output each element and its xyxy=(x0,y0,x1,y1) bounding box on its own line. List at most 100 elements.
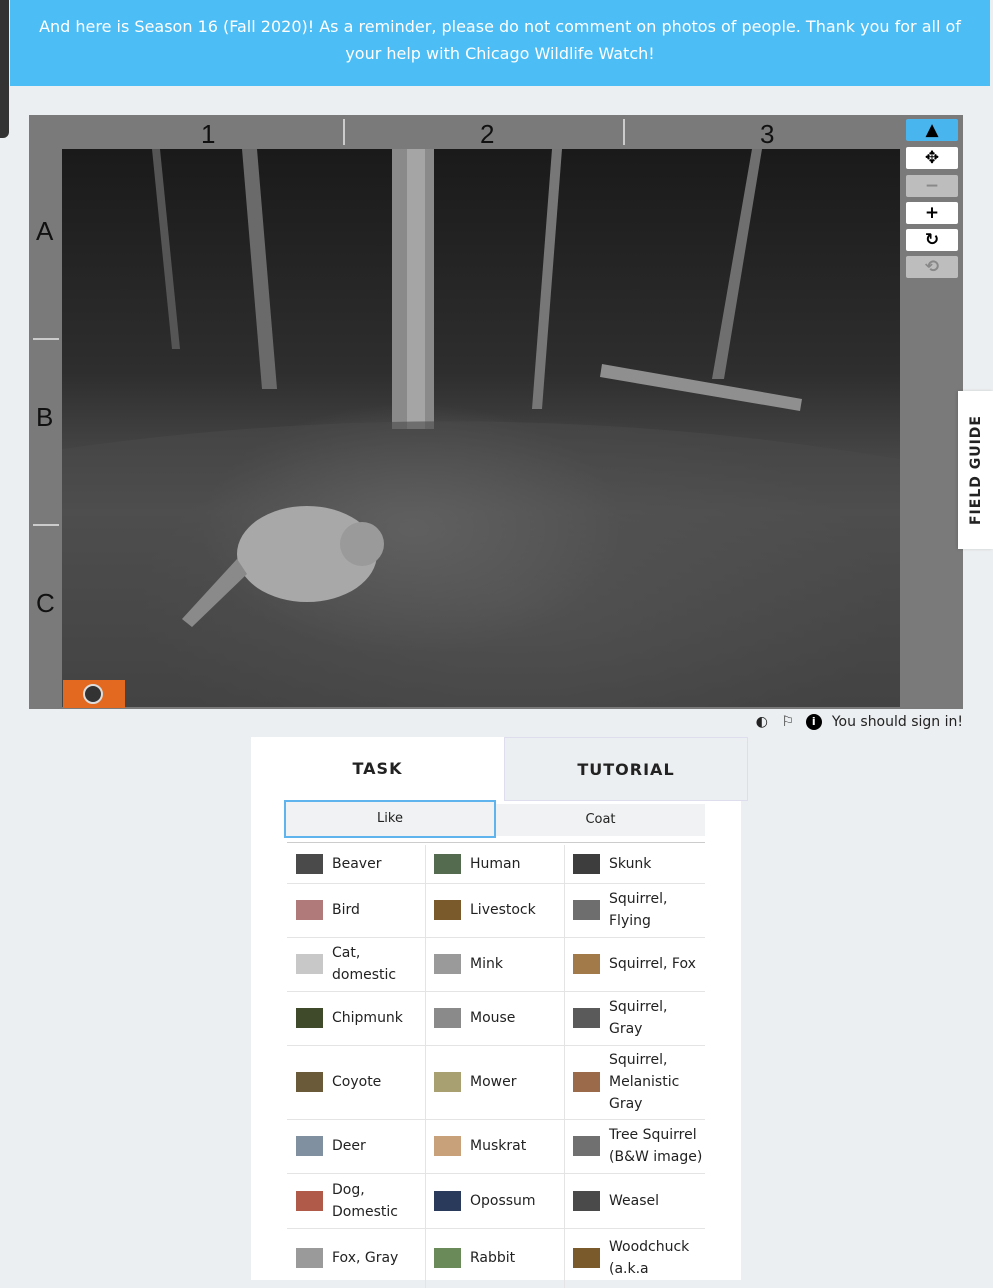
image-meta-bar: ◐ ⚐ i You should sign in! xyxy=(754,712,963,732)
species-thumbnail xyxy=(296,954,323,974)
row-label-b: B xyxy=(36,402,54,432)
species-thumbnail xyxy=(573,1190,600,1211)
species-choice[interactable]: Dog, Domestic xyxy=(287,1173,425,1228)
zoom-out-button[interactable]: − xyxy=(906,175,958,197)
filter-like-button[interactable]: Like xyxy=(284,800,496,838)
species-choice[interactable]: Cat, domestic xyxy=(287,937,425,991)
species-choice[interactable]: Muskrat xyxy=(425,1119,564,1173)
species-choice[interactable]: Mouse xyxy=(425,991,564,1045)
species-choice[interactable]: Beaver xyxy=(287,845,425,883)
species-choice[interactable]: Squirrel, Fox xyxy=(564,937,705,991)
species-choice[interactable]: Skunk xyxy=(564,845,705,883)
species-choice[interactable]: Rabbit xyxy=(425,1228,564,1288)
species-label: Beaver xyxy=(332,856,382,872)
species-thumbnail xyxy=(573,1136,600,1156)
species-choice[interactable]: Deer xyxy=(287,1119,425,1173)
species-choice[interactable]: Fox, Gray xyxy=(287,1228,425,1288)
species-thumbnail xyxy=(434,1248,461,1268)
flag-icon[interactable]: ⚐ xyxy=(780,714,796,730)
column-label-2: 2 xyxy=(480,119,495,149)
species-label: Opossum xyxy=(470,1192,536,1209)
species-choice[interactable]: Livestock xyxy=(425,883,564,937)
species-label: Squirrel, Flying xyxy=(609,891,668,929)
species-thumbnail xyxy=(296,1136,323,1156)
reset-icon: ⟲ xyxy=(924,257,940,277)
minus-icon: − xyxy=(924,176,940,196)
field-guide-tab[interactable]: FIELD GUIDE xyxy=(958,391,993,549)
tab-tutorial[interactable]: TUTORIAL xyxy=(504,737,748,801)
species-thumbnail xyxy=(296,1072,323,1092)
species-label: Squirrel, Melanistic Gray xyxy=(609,1052,680,1112)
annotate-pointer-button[interactable]: ▲ xyxy=(906,119,958,141)
pointer-icon: ▲ xyxy=(925,120,939,140)
filter-divider xyxy=(287,842,705,843)
info-icon[interactable]: i xyxy=(805,714,822,730)
species-choice[interactable]: Squirrel, Flying xyxy=(564,883,705,937)
zoom-in-button[interactable]: + xyxy=(906,202,958,224)
rotate-button[interactable]: ↻ xyxy=(906,229,958,251)
species-thumbnail xyxy=(296,1190,323,1211)
announcement-banner: And here is Season 16 (Fall 2020)! As a … xyxy=(10,0,990,86)
night-forest-scene xyxy=(62,149,900,707)
species-label: Tree Squirrel (B&W image) xyxy=(609,1127,703,1165)
field-guide-label: FIELD GUIDE xyxy=(967,414,984,526)
species-choice[interactable]: Bird xyxy=(287,883,425,937)
sign-in-notice[interactable]: You should sign in! xyxy=(832,714,963,730)
species-label: Fox, Gray xyxy=(332,1250,399,1266)
column-label-1: 1 xyxy=(201,119,216,149)
rotate-icon: ↻ xyxy=(924,230,940,250)
species-choice[interactable]: Opossum xyxy=(425,1173,564,1228)
species-label: Human xyxy=(470,856,521,872)
species-thumbnail xyxy=(573,954,600,974)
move-icon: ✥ xyxy=(924,148,940,168)
species-choice[interactable]: Squirrel, Gray xyxy=(564,991,705,1045)
species-thumbnail xyxy=(573,854,600,874)
tab-task[interactable]: TASK xyxy=(251,737,504,801)
species-choice[interactable]: Chipmunk xyxy=(287,991,425,1045)
species-choice[interactable]: Mink xyxy=(425,937,564,991)
species-label: Coyote xyxy=(332,1074,382,1090)
column-label-3: 3 xyxy=(760,119,775,149)
species-choice[interactable]: Human xyxy=(425,845,564,883)
species-label: Deer xyxy=(332,1138,366,1154)
species-choice[interactable]: Mower xyxy=(425,1045,564,1119)
species-choice[interactable]: Weasel xyxy=(564,1173,705,1228)
species-thumbnail xyxy=(434,954,461,974)
species-label: Weasel xyxy=(609,1192,660,1209)
invert-icon[interactable]: ◐ xyxy=(754,714,770,730)
species-label: Muskrat xyxy=(470,1138,527,1154)
species-thumbnail xyxy=(434,1190,461,1211)
species-label: Dog, Domestic xyxy=(332,1181,398,1220)
species-thumbnail xyxy=(573,1248,600,1268)
species-choice[interactable]: Coyote xyxy=(287,1045,425,1119)
species-thumbnail xyxy=(434,1008,461,1028)
species-thumbnail xyxy=(296,900,323,920)
image-toolbar: ▲ ✥ − + ↻ ⟲ xyxy=(901,115,963,709)
species-label: Rabbit xyxy=(470,1250,516,1266)
reset-button[interactable]: ⟲ xyxy=(906,256,958,278)
species-thumbnail xyxy=(296,854,323,874)
species-choice[interactable]: Squirrel, Melanistic Gray xyxy=(564,1045,705,1119)
species-thumbnail xyxy=(434,1072,461,1092)
species-label: Woodchuck (a.k.a xyxy=(609,1239,690,1277)
species-label: Squirrel, Fox xyxy=(609,956,696,972)
row-label-a: A xyxy=(36,216,54,246)
species-label: Mink xyxy=(470,956,503,972)
species-thumbnail xyxy=(573,1072,600,1092)
brand-logo-icon xyxy=(83,684,103,704)
classifier-panel: TASK TUTORIAL Like Coat Beaver Human Skunk… xyxy=(251,737,748,1288)
species-thumbnail xyxy=(296,1248,323,1268)
pan-button[interactable]: ✥ xyxy=(906,147,958,169)
brand-badge xyxy=(63,680,125,708)
species-label: Squirrel, Gray xyxy=(609,999,668,1037)
left-edge-tab xyxy=(0,0,9,138)
row-label-c: C xyxy=(36,588,55,618)
column-divider xyxy=(623,119,625,145)
species-choice[interactable]: Woodchuck (a.k.a xyxy=(564,1228,705,1288)
species-thumbnail xyxy=(434,1136,461,1156)
camera-trap-photo[interactable] xyxy=(62,149,900,707)
species-choice[interactable]: Tree Squirrel (B&W image) xyxy=(564,1119,705,1173)
plus-icon: + xyxy=(924,203,940,223)
species-label: Livestock xyxy=(470,902,536,918)
filter-coat-button[interactable]: Coat xyxy=(496,804,705,836)
